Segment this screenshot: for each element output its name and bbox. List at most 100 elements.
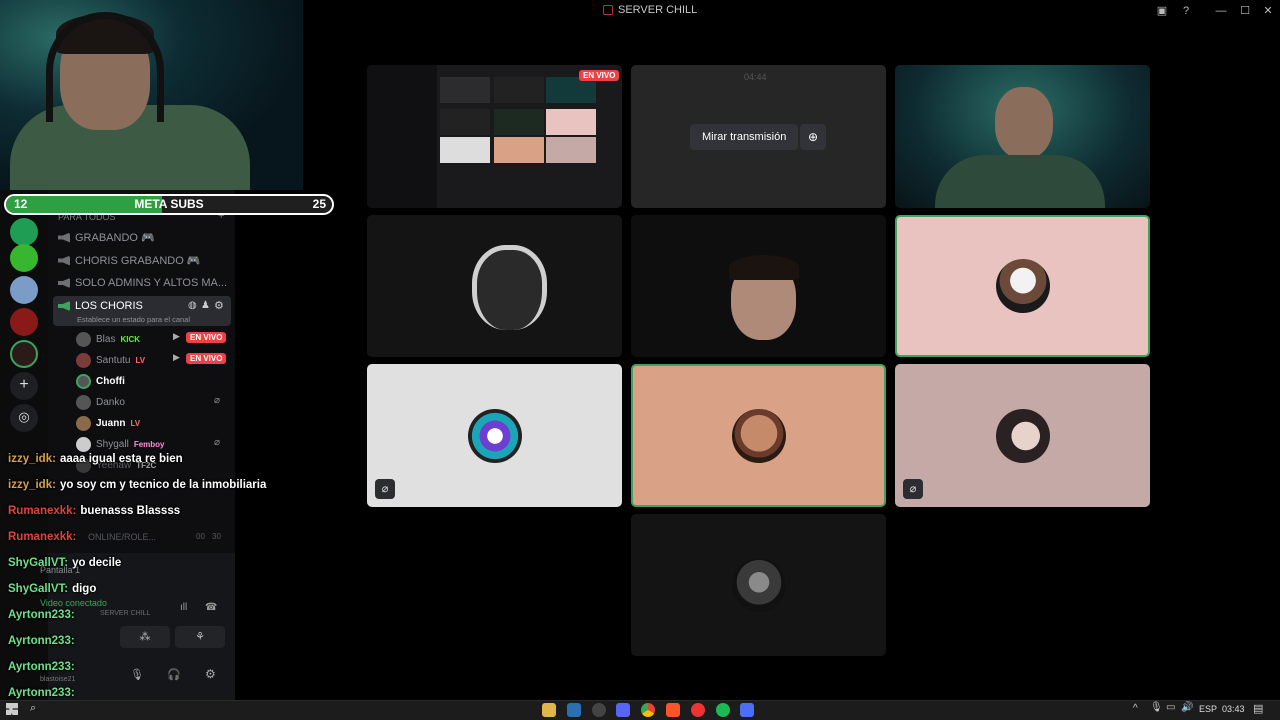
headset-icon bbox=[46, 12, 164, 122]
video-tile[interactable] bbox=[631, 514, 886, 656]
activities-button[interactable]: ⁂ bbox=[120, 626, 170, 648]
headphones-icon[interactable]: 🎧 bbox=[167, 668, 181, 681]
avatar bbox=[76, 352, 91, 368]
tray-chevron-icon[interactable]: ^ bbox=[1133, 703, 1138, 714]
voice-user[interactable]: Danko bbox=[76, 393, 125, 411]
speaker-icon bbox=[58, 278, 70, 288]
app-icon[interactable] bbox=[592, 703, 606, 717]
brave-icon[interactable] bbox=[666, 703, 680, 717]
channel-status[interactable]: Establece un estado para el canal bbox=[77, 315, 190, 324]
muted-icon: ⌀ bbox=[903, 479, 923, 499]
volume-icon[interactable]: 🔊 bbox=[1181, 702, 1193, 713]
chrome-icon[interactable] bbox=[641, 703, 655, 717]
user-settings-icon[interactable]: ⚙ bbox=[205, 667, 216, 681]
stream-thumb bbox=[546, 137, 596, 163]
app-icon[interactable] bbox=[740, 703, 754, 717]
close-icon[interactable]: ✕ bbox=[1259, 2, 1277, 20]
kick-server-icon[interactable] bbox=[10, 218, 38, 246]
explore-icon[interactable]: ◎ bbox=[10, 404, 38, 432]
speaker-icon bbox=[58, 301, 70, 311]
discord-icon[interactable] bbox=[616, 703, 630, 717]
minimize-icon[interactable]: — bbox=[1212, 2, 1230, 20]
voice-user[interactable]: Shygall Femboy bbox=[76, 435, 164, 453]
frog-server-icon[interactable] bbox=[10, 244, 38, 272]
taskbar bbox=[0, 700, 1280, 720]
invite-icon[interactable]: ♟ bbox=[201, 300, 210, 311]
server-icon[interactable] bbox=[10, 276, 38, 304]
participant-hair bbox=[729, 255, 799, 280]
chat-text: yo decile bbox=[72, 557, 122, 569]
avatar bbox=[76, 394, 91, 410]
stream-thumb bbox=[440, 109, 490, 135]
watch-stream-button[interactable]: Mirar transmisión bbox=[690, 124, 799, 150]
chat-message: Ayrtonn233: bbox=[8, 609, 79, 621]
media-icon[interactable] bbox=[691, 703, 705, 717]
chat-username: izzy_idk: bbox=[8, 453, 56, 465]
chat-username: Ayrtonn233: bbox=[8, 661, 75, 673]
stream-thumb bbox=[546, 109, 596, 135]
language-indicator[interactable]: ESP bbox=[1199, 704, 1217, 714]
participant-avatar bbox=[731, 408, 786, 463]
app-icon[interactable] bbox=[567, 703, 581, 717]
current-server-icon[interactable] bbox=[10, 340, 38, 368]
video-tile[interactable] bbox=[631, 215, 886, 357]
video-tile[interactable] bbox=[367, 215, 622, 357]
add-server-icon[interactable]: + bbox=[10, 372, 38, 400]
video-tile-speaking[interactable] bbox=[631, 364, 886, 507]
clock[interactable]: 03:43 bbox=[1222, 704, 1245, 714]
voice-channel[interactable]: SOLO ADMINS Y ALTOS MA... bbox=[58, 277, 227, 289]
participant-avatar bbox=[467, 408, 522, 463]
stream-sidebar-thumb bbox=[367, 65, 437, 208]
soundboard-button[interactable]: ⚘ bbox=[175, 626, 225, 648]
voice-user[interactable]: Blas KICK bbox=[76, 330, 140, 348]
chat-username: Ayrtonn233: bbox=[8, 609, 75, 621]
settings-icon[interactable]: ⚙ bbox=[214, 299, 224, 312]
voice-channel-active[interactable]: LOS CHORIS bbox=[58, 300, 143, 312]
screen-icon[interactable]: ▣ bbox=[1153, 2, 1171, 20]
speaker-icon bbox=[58, 255, 70, 266]
stream-preview-tile[interactable]: 04:44 Mirar transmisión ⊕ bbox=[631, 65, 886, 208]
folder-icon[interactable] bbox=[542, 703, 556, 717]
video-tile[interactable]: ⌀ bbox=[367, 364, 622, 507]
voice-user[interactable]: Choffi bbox=[76, 372, 125, 390]
video-tile[interactable] bbox=[895, 65, 1150, 208]
stream-thumb bbox=[494, 137, 544, 163]
server-icon[interactable] bbox=[10, 308, 38, 336]
voice-channel[interactable]: GRABANDO 🎮 bbox=[58, 231, 155, 244]
noise-icon[interactable]: ıll bbox=[180, 602, 187, 613]
chat-message: ShyGallVT: yo decile bbox=[8, 557, 121, 569]
camera-icon: ▶ bbox=[173, 331, 180, 341]
chat-message: Rumanexkk: bbox=[8, 531, 80, 543]
chat-icon[interactable]: ◍ bbox=[188, 300, 197, 311]
muted-icon: ⌀ bbox=[214, 437, 221, 448]
notifications-icon[interactable]: ▤ bbox=[1253, 702, 1263, 715]
participant-body bbox=[935, 155, 1105, 208]
popout-icon[interactable]: ⊕ bbox=[800, 124, 826, 150]
search-icon[interactable]: ⌕ bbox=[30, 702, 36, 715]
chat-username: ShyGallVT: bbox=[8, 583, 69, 595]
camera-icon: ▶ bbox=[173, 352, 180, 362]
help-icon[interactable]: ? bbox=[1177, 2, 1195, 20]
voice-user[interactable]: Santutu LV bbox=[76, 351, 145, 369]
faded-time: 04:44 bbox=[744, 72, 767, 82]
video-tile-speaking[interactable] bbox=[895, 215, 1150, 357]
video-tile[interactable]: ⌀ bbox=[895, 364, 1150, 507]
avatar bbox=[76, 415, 91, 431]
category-header[interactable]: ONLINE/ROLE... bbox=[88, 532, 156, 542]
chat-message: Ayrtonn233: bbox=[8, 687, 79, 699]
chat-message: Rumanexkk: buenasss Blassss bbox=[8, 505, 180, 517]
voice-user[interactable]: Juann LV bbox=[76, 414, 140, 432]
mic-tray-icon[interactable]: 🎙 bbox=[1150, 702, 1163, 713]
disconnect-icon[interactable]: ☎ bbox=[205, 602, 217, 613]
spotify-icon[interactable] bbox=[716, 703, 730, 717]
maximize-icon[interactable]: ☐ bbox=[1236, 2, 1254, 20]
stream-thumb bbox=[494, 77, 544, 103]
mic-icon[interactable]: 🎙 bbox=[130, 668, 144, 681]
webcam-overlay bbox=[0, 0, 303, 190]
avatar bbox=[76, 331, 91, 347]
stream-tile[interactable]: EN VIVO bbox=[367, 65, 622, 208]
network-icon[interactable]: ▭ bbox=[1166, 702, 1175, 713]
chat-text: digo bbox=[72, 583, 97, 595]
voice-channel[interactable]: CHORIS GRABANDO 🎮 bbox=[58, 254, 201, 267]
live-badge: EN VIVO bbox=[579, 70, 620, 81]
